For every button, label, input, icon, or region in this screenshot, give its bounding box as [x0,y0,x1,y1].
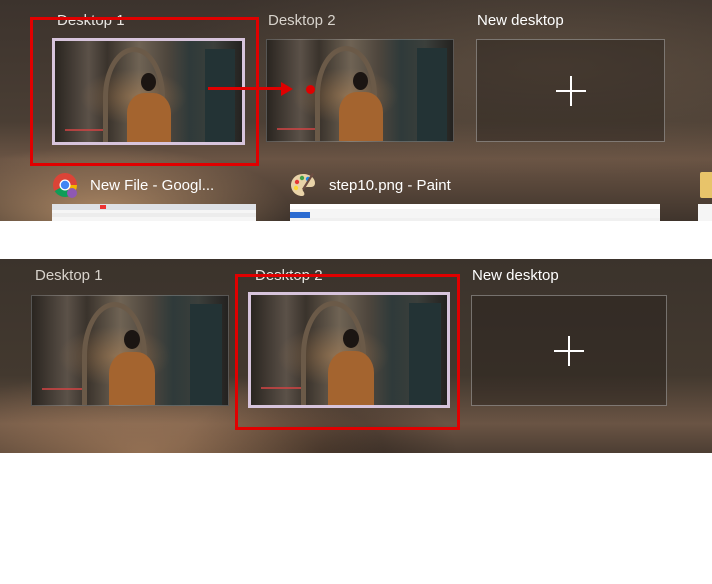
person-head-image [124,330,140,349]
drop-target-dot [306,85,315,94]
desktop-1-label: Desktop 1 [35,267,103,284]
task-view-after: Desktop 1 Desktop 2 New desktop [0,259,712,453]
youtube-icon [100,205,106,209]
task-view-before: Desktop 1 Desktop 2 New desktop New File… [0,0,712,221]
paint-ribbon [290,218,660,221]
person-head-image [353,72,368,90]
plus-icon [555,75,586,106]
drag-arrow-line [208,87,284,90]
browser-toolbar [52,213,256,217]
paint-titlebar [290,204,660,209]
new-desktop-label: New desktop [472,267,559,284]
person-body-image [339,92,383,141]
new-desktop-button[interactable] [471,295,667,406]
light-streak [277,128,315,130]
doorway-image [417,48,447,141]
selection-highlight-box [235,274,460,430]
paint-icon [291,173,315,196]
plus-icon [554,335,584,366]
light-streak [42,388,82,390]
person-body-image [109,352,155,405]
desktop-2-label: Desktop 2 [268,12,336,29]
desktop-2-thumbnail[interactable] [266,39,454,142]
paint-window-preview[interactable] [290,204,660,221]
doorway-image [190,304,222,405]
chrome-window-preview[interactable] [52,204,256,221]
new-desktop-button[interactable] [476,39,665,142]
browser-tabstrip [52,204,256,210]
paint-window-title: step10.png - Paint [329,177,451,194]
selection-highlight-box [30,17,259,166]
new-desktop-label: New desktop [477,12,564,29]
chrome-icon [53,173,77,198]
desktop-1-thumbnail[interactable] [31,295,229,406]
drag-arrow-head-icon [281,82,293,96]
folder-icon [700,172,712,198]
chrome-window-title: New File - Googl... [90,177,215,194]
explorer-window-preview[interactable] [698,204,712,221]
